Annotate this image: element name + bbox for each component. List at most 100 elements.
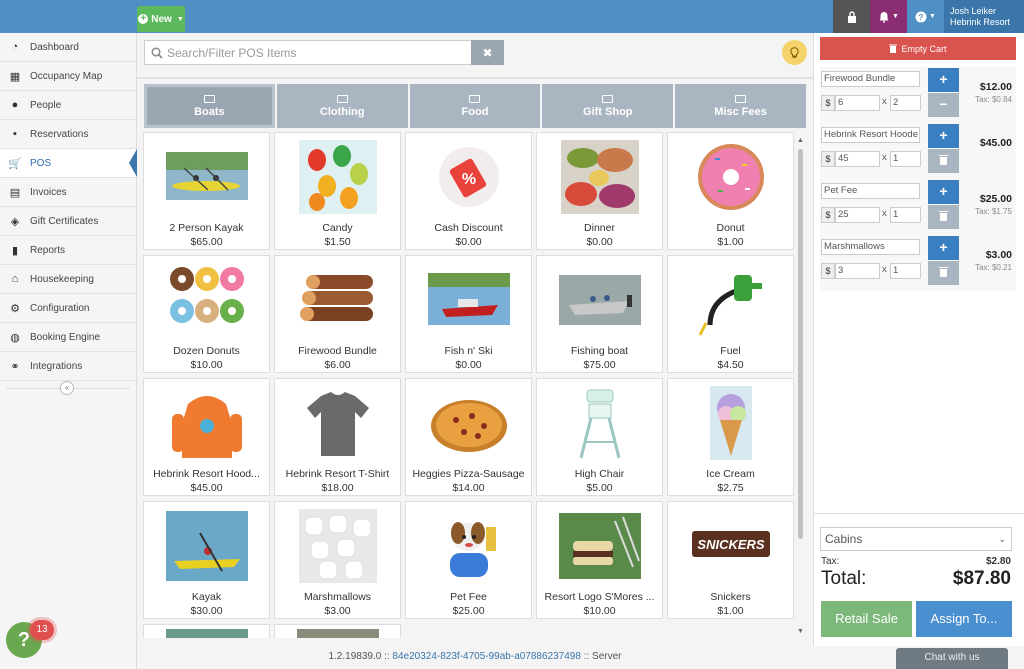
product-card[interactable]: Fuel $4.50: [667, 255, 794, 373]
remove-item-button[interactable]: [928, 261, 959, 285]
user-menu[interactable]: Josh Leiker Hebrink Resort: [944, 0, 1024, 33]
collapse-sidebar-button[interactable]: «: [60, 381, 74, 395]
decrease-qty-button[interactable]: −: [928, 93, 959, 117]
question-icon: ?: [17, 628, 31, 651]
assign-to-button[interactable]: Assign To...: [916, 601, 1012, 637]
cart-item-name-field[interactable]: Firewood Bundle: [821, 71, 920, 87]
category-tab-misc-fees[interactable]: Misc Fees: [675, 84, 806, 128]
increase-qty-button[interactable]: +: [928, 68, 959, 92]
sidebar-item-booking-engine[interactable]: ◍ Booking Engine: [0, 323, 136, 352]
remove-item-button[interactable]: [928, 149, 959, 173]
chat-button[interactable]: Chat with us: [896, 648, 1008, 669]
times-sign: x: [882, 96, 887, 107]
product-card[interactable]: Hebrink Resort T-Shirt $18.00: [274, 378, 401, 496]
clear-search-button[interactable]: ✖: [471, 40, 504, 65]
product-card[interactable]: Hebrink Resort Hood... $45.00: [143, 378, 270, 496]
new-button[interactable]: + New ▼: [137, 6, 185, 32]
category-tab-food[interactable]: Food: [409, 84, 541, 128]
empty-cart-label: Empty Cart: [901, 43, 947, 54]
sidebar-item-reports[interactable]: ▮ Reports: [0, 236, 136, 265]
cart-item-total: $45.00: [979, 137, 1012, 149]
product-card[interactable]: Firewood Bundle $6.00: [274, 255, 401, 373]
cart-item-name-field[interactable]: Marshmallows: [821, 239, 920, 255]
sidebar-item-housekeeping[interactable]: ⌂ Housekeeping: [0, 265, 136, 294]
sidebar-item-pos[interactable]: 🛒 POS: [0, 149, 137, 178]
scroll-down-icon[interactable]: ▼: [796, 628, 805, 635]
product-card[interactable]: Fish n' Ski $0.00: [405, 255, 532, 373]
product-scrollbar[interactable]: ▲ ▼: [796, 137, 805, 635]
scroll-up-icon[interactable]: ▲: [796, 137, 805, 144]
notifications-button[interactable]: ▼: [870, 0, 907, 33]
sidebar-item-dashboard[interactable]: ◔ Dashboard: [0, 33, 136, 62]
scroll-thumb[interactable]: [798, 149, 803, 539]
sidebar-item-label: Integrations: [30, 360, 83, 372]
product-card[interactable]: SNICKERS Snickers $1.00: [667, 501, 794, 619]
sidebar-item-occupancy-map[interactable]: ▦ Occupancy Map: [0, 62, 136, 91]
location-select[interactable]: Cabins ⌄: [820, 527, 1012, 551]
product-card[interactable]: High Chair $5.00: [536, 378, 663, 496]
sidebar-item-label: Configuration: [30, 302, 90, 314]
cart-item-price-field[interactable]: 45: [835, 151, 880, 167]
sidebar-item-label: Dashboard: [30, 41, 79, 53]
user-name: Josh Leiker: [950, 5, 997, 16]
product-price: $0.00: [455, 236, 482, 248]
tips-button[interactable]: [782, 40, 807, 65]
search-input[interactable]: [167, 45, 467, 60]
cart-item-tax: Tax: $0.21: [975, 263, 1012, 272]
times-sign: x: [882, 264, 887, 275]
cart-item-price-field[interactable]: 3: [835, 263, 880, 279]
product-card[interactable]: Ice Cream $2.75: [667, 378, 794, 496]
category-tab-boats[interactable]: Boats: [144, 84, 275, 128]
cart-item-name-field[interactable]: Hebrink Resort Hoode: [821, 127, 920, 143]
empty-cart-button[interactable]: Empty Cart: [820, 37, 1016, 60]
cart-item-price-field[interactable]: 25: [835, 207, 880, 223]
minus-icon: −: [939, 96, 948, 112]
sidebar-item-people[interactable]: ● People: [0, 91, 136, 120]
category-tab-gift-shop[interactable]: Gift Shop: [542, 84, 674, 128]
product-card[interactable]: Resort Logo S'Mores ... $10.00: [536, 501, 663, 619]
category-tab-clothing[interactable]: Clothing: [276, 84, 408, 128]
cart-item-qty-field[interactable]: 1: [890, 207, 921, 223]
sidebar-item-gift-certificates[interactable]: ◈ Gift Certificates: [0, 207, 136, 236]
product-price: $30.00: [190, 605, 223, 617]
increase-qty-button[interactable]: +: [928, 180, 959, 204]
product-price: $10.00: [190, 359, 223, 371]
help-button[interactable]: ? ▼: [907, 0, 944, 33]
build-hash-link[interactable]: 84e20324-823f-4705-99ab-a07886237498: [392, 651, 581, 662]
increase-qty-button[interactable]: +: [928, 236, 959, 260]
cart-item-qty-field[interactable]: 2: [890, 95, 921, 111]
folder-icon: [602, 94, 614, 103]
product-card[interactable]: Dozen Donuts $10.00: [143, 255, 270, 373]
category-tab-label: Clothing: [319, 105, 365, 118]
product-card[interactable]: Marshmallows $3.00: [274, 501, 401, 619]
product-image: [297, 384, 379, 462]
category-tab-label: Misc Fees: [714, 105, 767, 118]
trash-icon: [889, 44, 898, 53]
product-card[interactable]: % Cash Discount $0.00: [405, 132, 532, 250]
sidebar-item-invoices[interactable]: ▤ Invoices: [0, 178, 136, 207]
product-card[interactable]: Dinner $0.00: [536, 132, 663, 250]
remove-item-button[interactable]: [928, 205, 959, 229]
product-card[interactable]: [143, 624, 270, 638]
product-card[interactable]: [274, 624, 401, 638]
sidebar-item-configuration[interactable]: ⚙ Configuration: [0, 294, 136, 323]
cart-item-name-field[interactable]: Pet Fee: [821, 183, 920, 199]
sidebar-item-integrations[interactable]: ⚭ Integrations: [0, 352, 136, 381]
cart-item-qty-field[interactable]: 1: [890, 151, 921, 167]
increase-qty-button[interactable]: +: [928, 124, 959, 148]
sidebar-item-reservations[interactable]: ▪ Reservations: [0, 120, 136, 149]
product-card[interactable]: 2 Person Kayak $65.00: [143, 132, 270, 250]
lock-button[interactable]: [833, 0, 870, 33]
product-card[interactable]: Fishing boat $75.00: [536, 255, 663, 373]
product-name: Dozen Donuts: [173, 345, 240, 357]
cart-item-qty-field[interactable]: 1: [890, 263, 921, 279]
retail-sale-button[interactable]: Retail Sale: [821, 601, 912, 637]
product-card[interactable]: Heggies Pizza-Sausage $14.00: [405, 378, 532, 496]
product-name: Hebrink Resort T-Shirt: [285, 468, 390, 480]
product-card[interactable]: Pet Fee $25.00: [405, 501, 532, 619]
times-sign: x: [882, 208, 887, 219]
cart-item-price-field[interactable]: 6: [835, 95, 880, 111]
product-card[interactable]: Donut $1.00: [667, 132, 794, 250]
product-card[interactable]: Kayak $30.00: [143, 501, 270, 619]
product-card[interactable]: Candy $1.50: [274, 132, 401, 250]
